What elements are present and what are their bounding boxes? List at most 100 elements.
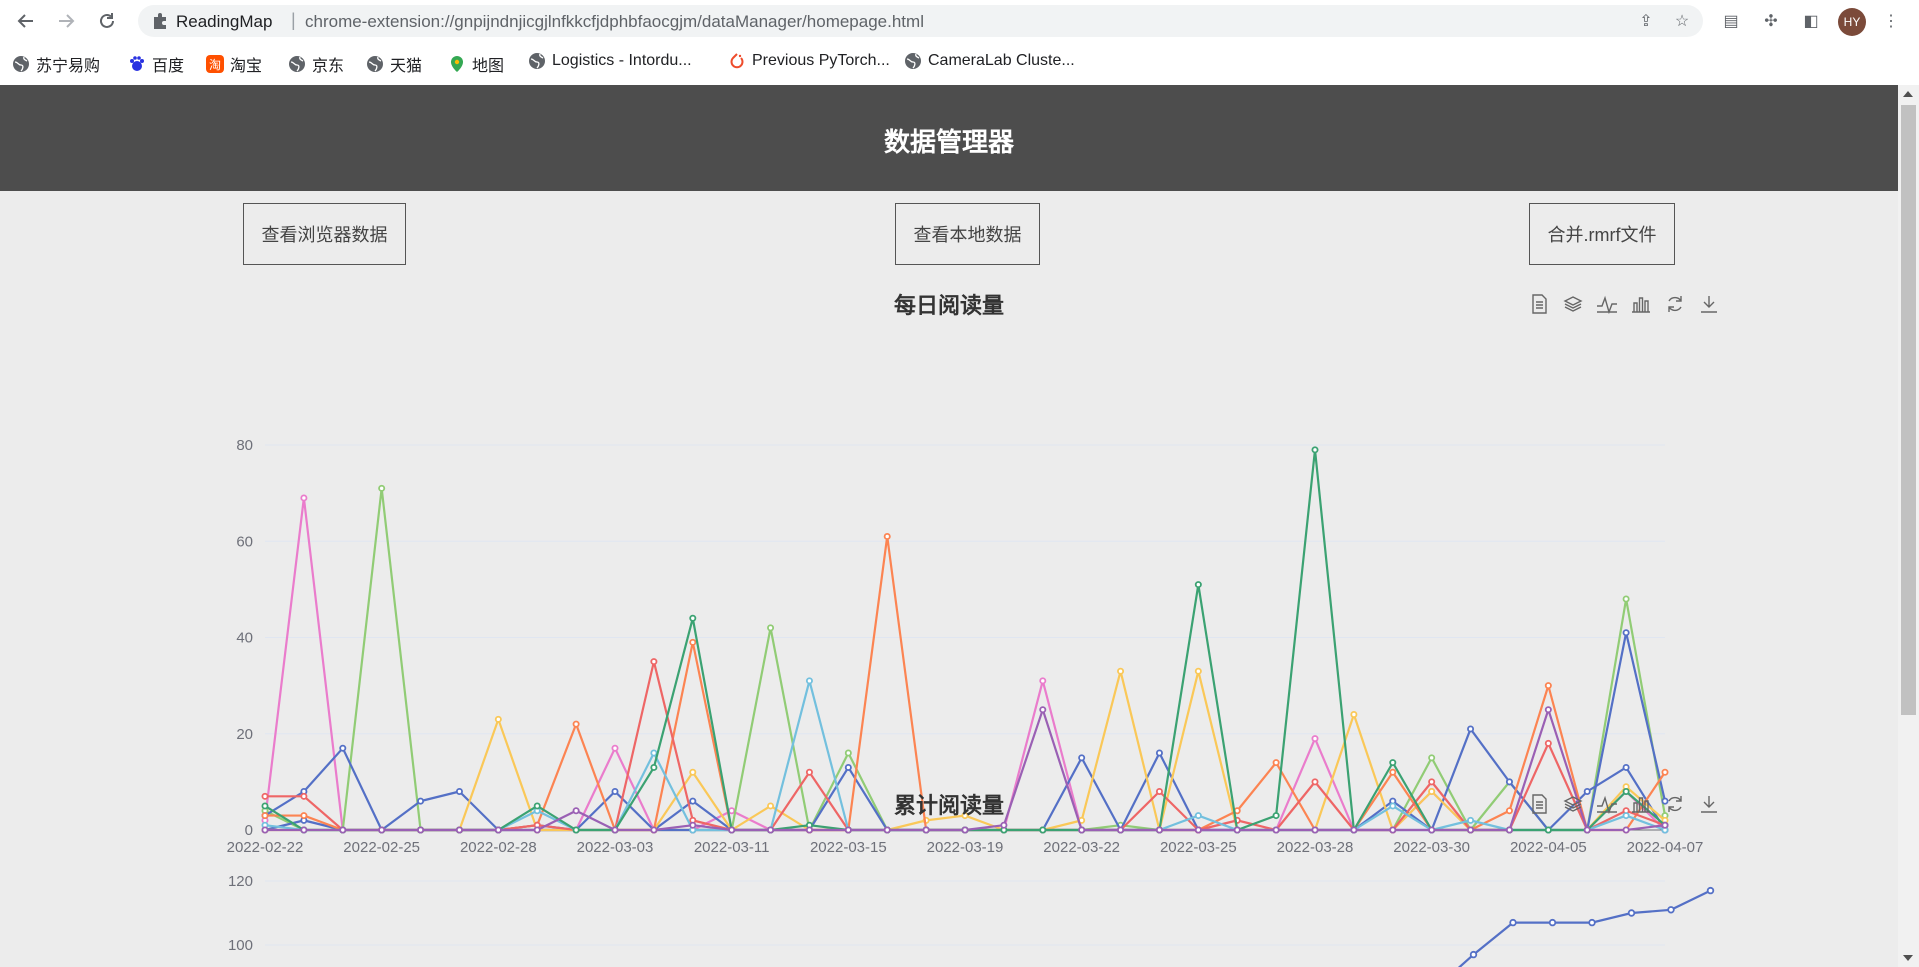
view-browser-data-button[interactable]: 查看浏览器数据 — [243, 203, 406, 265]
data-point — [611, 744, 619, 752]
scroll-down-arrow[interactable] — [1903, 955, 1913, 961]
series-line — [264, 448, 1666, 832]
view-local-data-button[interactable]: 查看本地数据 — [895, 203, 1040, 265]
data-point — [1622, 763, 1630, 771]
profile-avatar[interactable]: HY — [1838, 8, 1866, 36]
data-point — [650, 749, 658, 757]
data-point — [1194, 826, 1202, 834]
data-point — [1272, 759, 1280, 767]
data-point — [494, 715, 502, 723]
data-point — [883, 532, 891, 540]
star-icon[interactable]: ☆ — [1671, 10, 1693, 32]
bookmark-item[interactable]: 京东 — [288, 52, 344, 76]
bookmark-item[interactable]: CameraLab Cluste... — [904, 52, 1075, 70]
menu-dots-icon[interactable]: ⋮ — [1883, 8, 1899, 34]
forward-button[interactable] — [53, 8, 79, 34]
data-point — [805, 826, 813, 834]
bookmark-item[interactable]: 淘淘宝 — [206, 52, 262, 76]
bar-chart-icon[interactable] — [1630, 293, 1652, 315]
bookmark-item[interactable]: 百度 — [128, 52, 184, 76]
bookmark-label: 百度 — [152, 58, 185, 75]
restore-icon[interactable] — [1664, 793, 1686, 815]
extensions-icon[interactable]: ✣ — [1760, 8, 1782, 34]
data-point — [961, 826, 969, 834]
line-chart-icon[interactable] — [1596, 793, 1618, 815]
page-scrollbar[interactable] — [1898, 85, 1919, 967]
bookmark-label: 天猫 — [390, 58, 423, 75]
daily-chart-toolbox — [1528, 293, 1720, 315]
data-point — [1350, 826, 1358, 834]
data-point — [455, 826, 463, 834]
data-point — [689, 638, 697, 646]
download-icon[interactable] — [1698, 793, 1720, 815]
data-point — [1622, 595, 1630, 603]
data-point — [1661, 768, 1669, 776]
scroll-thumb[interactable] — [1901, 105, 1916, 715]
globe-icon — [529, 53, 545, 69]
bookmark-item[interactable]: Logistics - Intordu... — [528, 52, 692, 70]
bookmark-label: Logistics - Intordu... — [552, 52, 692, 69]
data-point — [1544, 682, 1552, 690]
reload-button[interactable] — [94, 8, 120, 34]
page-content: 数据管理器 查看浏览器数据 查看本地数据 合并.rmrf文件 每日阅读量 0 20… — [0, 85, 1898, 967]
reading-list-icon[interactable]: ▤ — [1720, 8, 1742, 34]
side-panel-icon[interactable]: ◧ — [1800, 8, 1822, 34]
daily-reading-chart[interactable]: 0204060802022-02-22 2022-02-25 2022-02-28 2… — [200, 345, 1720, 855]
cumulative-reading-chart[interactable]: 100 120 — [200, 845, 1720, 967]
bar-chart-icon[interactable] — [1630, 793, 1652, 815]
data-point — [1661, 821, 1669, 829]
series-line — [263, 496, 1666, 832]
data-point — [767, 826, 775, 834]
bookmark-item[interactable]: 天猫 — [366, 52, 422, 76]
data-point — [339, 826, 347, 834]
globe-icon — [13, 56, 29, 72]
data-point — [1117, 826, 1125, 834]
bookmark-item[interactable]: 地图 — [448, 52, 504, 76]
stack-icon[interactable] — [1562, 793, 1584, 815]
restore-icon[interactable] — [1664, 293, 1686, 315]
data-point — [1469, 950, 1478, 959]
scroll-up-arrow[interactable] — [1903, 91, 1913, 97]
data-point — [805, 677, 813, 685]
share-icon[interactable]: ⇪ — [1635, 10, 1657, 32]
data-view-icon[interactable] — [1528, 293, 1550, 315]
data-point — [1311, 735, 1319, 743]
data-point — [339, 744, 347, 752]
y-tick-label: 40 — [236, 630, 253, 647]
bookmark-item[interactable]: 苏宁易购 — [12, 52, 100, 76]
download-icon[interactable] — [1698, 293, 1720, 315]
extension-name: ReadingMap — [176, 12, 273, 31]
data-point — [689, 821, 697, 829]
y-tick-label: 20 — [236, 726, 253, 743]
data-point — [883, 826, 891, 834]
data-point — [1428, 826, 1436, 834]
data-point — [1544, 826, 1552, 834]
pytorch-icon — [730, 53, 744, 69]
data-point — [650, 658, 658, 666]
data-point — [1194, 667, 1202, 675]
bookmark-label: 淘宝 — [230, 58, 263, 75]
bookmark-item[interactable]: Previous PyTorch... — [728, 52, 890, 70]
data-point — [805, 768, 813, 776]
back-button[interactable] — [13, 8, 39, 34]
series-line — [264, 487, 1667, 832]
data-point — [1622, 826, 1630, 834]
data-point — [1311, 826, 1319, 834]
y-tick-label: 100 — [228, 937, 253, 954]
cumulative-chart-toolbox — [1528, 793, 1720, 815]
data-point — [1627, 909, 1636, 917]
merge-rmrf-button[interactable]: 合并.rmrf文件 — [1529, 203, 1675, 265]
data-point — [1233, 826, 1241, 834]
globe-icon — [905, 53, 921, 69]
stack-icon[interactable] — [1562, 293, 1584, 315]
address-bar[interactable]: ReadingMap | chrome-extension://gnpijndn… — [138, 5, 1703, 37]
data-point — [1194, 581, 1202, 589]
data-point — [1311, 778, 1319, 786]
svg-text:淘: 淘 — [209, 58, 221, 72]
data-point — [611, 826, 619, 834]
data-point — [767, 624, 775, 632]
bookmark-label: 苏宁易购 — [36, 58, 101, 75]
line-chart-icon[interactable] — [1596, 293, 1618, 315]
data-view-icon[interactable] — [1528, 793, 1550, 815]
data-point — [1428, 754, 1436, 762]
